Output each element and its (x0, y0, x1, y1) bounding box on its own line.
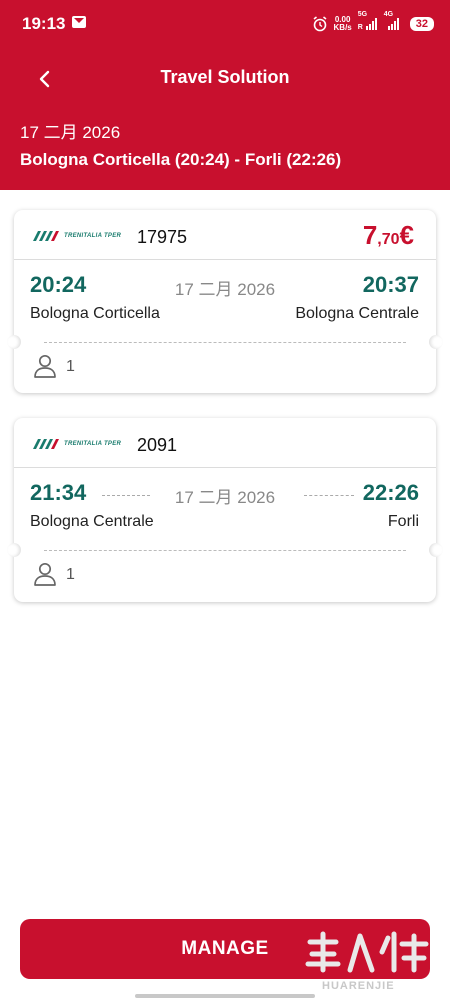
watermark-text: HUARENJIE (322, 980, 395, 992)
card-header: TRENITALIA TPER 2091 (14, 418, 436, 468)
signal-5g-label: 5G (357, 11, 368, 18)
departure-station: Bologna Corticella (30, 305, 160, 322)
status-bar: 19:13 0.00 KB/s 5G R 4G 32 (0, 0, 450, 48)
watermark-logo (305, 931, 429, 973)
time-dash (304, 495, 354, 496)
trenitalia-logo-icon (33, 439, 59, 449)
battery-level: 32 (409, 17, 434, 31)
status-indicators: 0.00 KB/s 5G R 4G 32 (312, 11, 434, 34)
arrival-time: 22:26 (362, 480, 419, 505)
home-indicator[interactable] (135, 994, 315, 998)
roaming-label: R (357, 24, 363, 31)
page-title: Travel Solution (160, 67, 290, 87)
status-time: 19:13 (22, 14, 66, 33)
train-number: 2091 (137, 435, 178, 455)
price-integer: 7 (362, 220, 378, 250)
signal-4g-icon: 4G (384, 11, 404, 30)
ticket-divider (44, 550, 406, 551)
signal-4g-label: 4G (383, 11, 394, 18)
trip-date: 17 二月 2026 (20, 123, 121, 142)
arrival-station: Forli (387, 513, 419, 530)
train-leg-card[interactable]: TRENITALIA TPER 2091 21:34 17 二月 2026 22… (7, 418, 443, 602)
passenger-icon (34, 354, 56, 378)
net-speed-unit: KB/s (333, 23, 352, 32)
passenger-count: 1 (66, 358, 75, 375)
ticket-notch (429, 335, 443, 349)
passenger-icon (34, 562, 56, 586)
gmail-notification-icon (72, 16, 86, 28)
trenitalia-tper-logo: TRENITALIA TPER (32, 229, 132, 243)
ticket-notch (7, 543, 21, 557)
train-number: 17975 (137, 227, 188, 247)
price: 7,70€ (363, 220, 414, 251)
trip-route: Bologna Corticella (20:24) - Forli (22:2… (20, 150, 342, 169)
ticket-notch (7, 335, 21, 349)
alarm-icon (313, 16, 327, 32)
arrival-time: 20:37 (362, 272, 419, 297)
trenitalia-logo-icon (33, 231, 59, 241)
ticket-divider (44, 342, 406, 343)
price-decimal: ,70 (377, 231, 400, 248)
departure-station: Bologna Centrale (30, 513, 154, 530)
card-header: TRENITALIA TPER 17975 7,70€ (14, 210, 436, 260)
site-watermark: HUARENJIE (296, 930, 444, 998)
train-leg-card[interactable]: TRENITALIA TPER 17975 7,70€ 20:24 17 二月 … (7, 210, 443, 393)
trenitalia-tper-logo: TRENITALIA TPER (32, 437, 132, 451)
network-speed: 0.00 KB/s (334, 16, 352, 32)
arrival-station: Bologna Centrale (295, 305, 419, 322)
ticket-notch (429, 543, 443, 557)
signal-5g-icon: 5G R (357, 11, 378, 31)
passenger-count: 1 (66, 566, 75, 583)
price-currency: € (399, 220, 414, 250)
app-header: 19:13 0.00 KB/s 5G R 4G 32 Travel Soluti… (0, 0, 450, 190)
